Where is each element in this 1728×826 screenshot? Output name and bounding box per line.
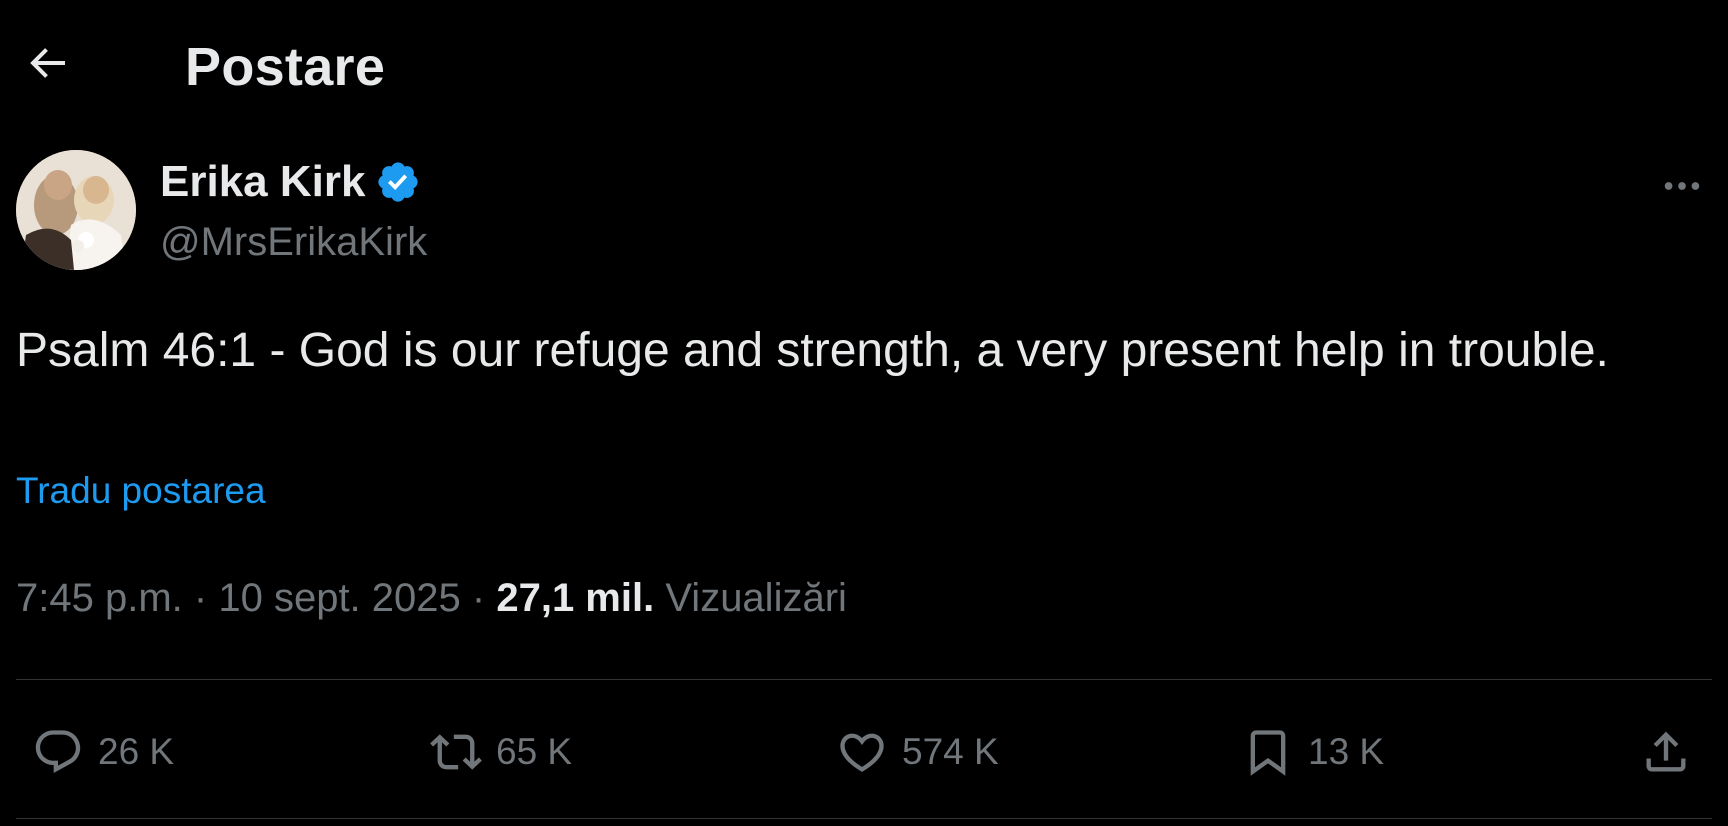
avatar-photo <box>16 150 136 270</box>
reply-count: 26 K <box>98 731 175 772</box>
post-date[interactable]: 10 sept. 2025 <box>218 576 460 620</box>
bookmark-count: 13 K <box>1308 731 1385 772</box>
avatar[interactable] <box>16 150 136 270</box>
bookmark-button[interactable]: 13 K <box>1242 712 1384 792</box>
views-label: Vizualizări <box>665 576 847 620</box>
arrow-left-icon <box>30 48 65 78</box>
repost-icon <box>430 734 482 770</box>
post-time[interactable]: 7:45 p.m. <box>16 576 183 620</box>
verified-badge-icon <box>378 162 419 202</box>
page-title: Postare <box>185 37 386 97</box>
post-meta: 7:45 p.m. · 10 sept. 2025 · 27,1 mil. Vi… <box>16 573 847 623</box>
translate-post-link[interactable]: Tradu postarea <box>16 468 266 514</box>
views-count: 27,1 mil. <box>496 576 655 620</box>
heart-icon <box>840 733 884 772</box>
divider <box>16 818 1712 819</box>
back-button[interactable] <box>14 30 80 96</box>
like-button[interactable]: 574 K <box>836 712 999 792</box>
meta-separator: · <box>471 576 486 620</box>
share-icon <box>1646 731 1686 772</box>
reply-button[interactable]: 26 K <box>32 712 174 792</box>
reply-icon <box>35 730 81 774</box>
more-dots-icon <box>1664 182 1700 190</box>
post-actions-bar: 26 K 65 K 574 K 13 K <box>0 712 1728 792</box>
share-button[interactable] <box>1640 712 1692 792</box>
author-name-link[interactable]: Erika Kirk <box>160 156 421 208</box>
divider <box>16 679 1712 680</box>
top-header: Postare <box>0 0 1728 135</box>
post-author: Erika Kirk @MrsErikaKirk <box>0 148 1728 278</box>
display-name: Erika Kirk <box>160 157 366 206</box>
meta-separator: · <box>193 576 208 620</box>
post-text: Psalm 46:1 - God is our refuge and stren… <box>16 324 1609 377</box>
repost-button[interactable]: 65 K <box>430 712 572 792</box>
bookmark-icon <box>1250 730 1286 776</box>
more-options-button[interactable] <box>1654 158 1710 214</box>
repost-count: 65 K <box>496 731 573 772</box>
like-count: 574 K <box>902 731 999 772</box>
author-handle[interactable]: @MrsErikaKirk <box>160 218 427 266</box>
